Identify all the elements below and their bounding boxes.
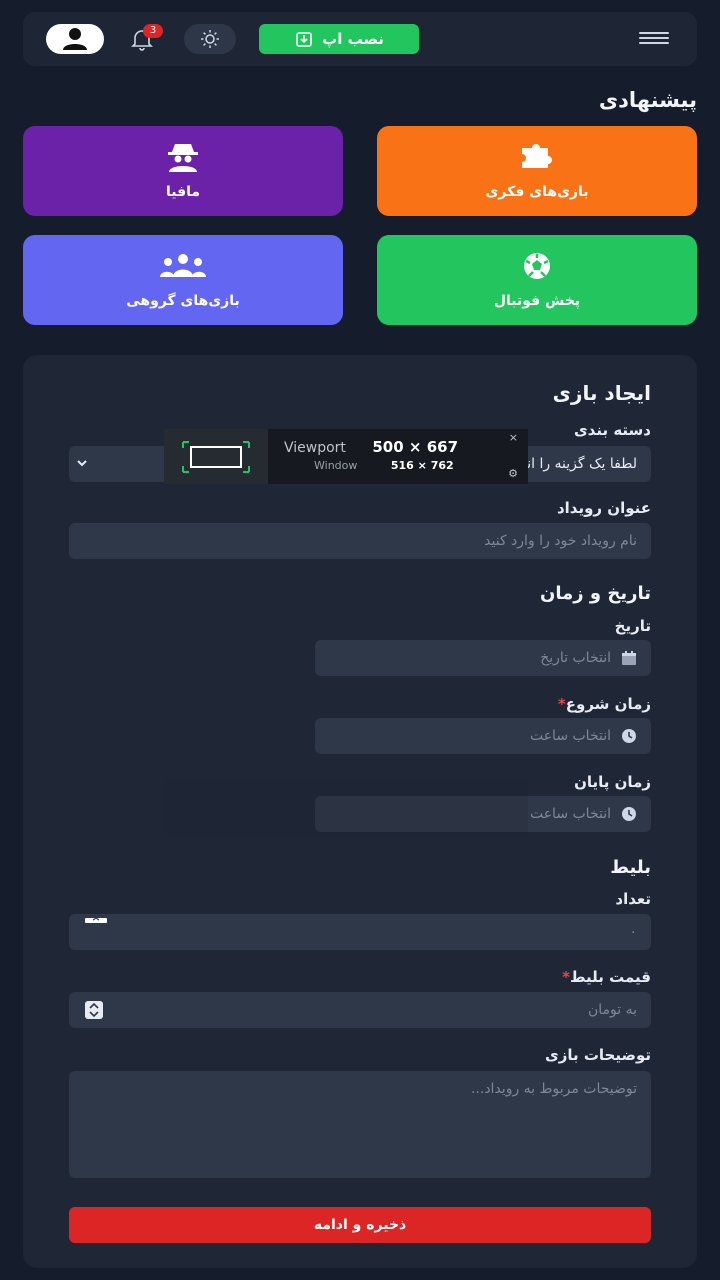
ticket-price-input[interactable]: به تومان [69, 992, 651, 1028]
clock-icon [621, 728, 637, 744]
ticket-price-placeholder: به تومان [587, 1002, 637, 1018]
viewport-size-overlay: Viewport 500 × 667 Window 516 × 762 × ⚙ [164, 429, 528, 484]
description-textarea[interactable]: توضیحات مربوط به رویداد... [69, 1071, 651, 1178]
hamburger-menu-icon[interactable] [639, 32, 669, 46]
save-and-continue-button[interactable]: ذخیره و ادامه [69, 1207, 651, 1243]
tile-label: بازی‌های فکری [485, 184, 589, 200]
download-icon [296, 32, 312, 47]
clock-icon [621, 806, 637, 822]
install-app-button[interactable]: نصب اپ [259, 24, 419, 54]
tile-label: بازی‌های گروهی [126, 293, 240, 309]
price-label: قیمت بلیط* [562, 968, 651, 986]
form-title: ایجاد بازی [552, 381, 651, 405]
date-label: تاریخ [614, 617, 651, 635]
football-icon [524, 253, 550, 279]
viewport-row: Viewport 500 × 667 [284, 438, 458, 456]
ticket-count-value: ۰ [629, 924, 637, 940]
start-time-placeholder: انتخاب ساعت [529, 728, 611, 744]
gear-icon[interactable]: ⚙ [508, 467, 518, 480]
end-time-label: زمان پایان [574, 773, 651, 791]
category-label: دسته بندی [573, 421, 651, 439]
datetime-heading: تاریخ و زمان [540, 583, 651, 604]
window-label: Window [314, 459, 358, 472]
viewport-size: 500 × 667 [372, 438, 459, 456]
date-input[interactable]: انتخاب تاریخ [315, 640, 651, 676]
screen-icon [164, 429, 268, 484]
avatar[interactable] [46, 24, 104, 54]
notifications-button[interactable]: 3 [129, 24, 163, 52]
event-title-placeholder: نام رویداد خود را وارد کنید [484, 533, 637, 549]
start-time-input[interactable]: انتخاب ساعت [315, 718, 651, 754]
window-row: Window 516 × 762 [314, 459, 454, 472]
stepper-icon[interactable] [85, 1001, 103, 1019]
close-icon[interactable]: × [509, 431, 518, 444]
theme-toggle-button[interactable] [184, 24, 236, 54]
tile-mafia[interactable]: مافیا [23, 126, 343, 216]
stepper-icon[interactable] [85, 918, 107, 928]
sun-icon [201, 30, 219, 48]
start-time-label: زمان شروع* [557, 695, 651, 713]
date-placeholder: انتخاب تاریخ [540, 650, 611, 666]
event-title-input[interactable]: نام رویداد خود را وارد کنید [69, 523, 651, 559]
notification-badge: 3 [143, 24, 163, 38]
count-label: تعداد [615, 890, 651, 908]
tile-label: مافیا [165, 184, 201, 200]
description-placeholder: توضیحات مربوط به رویداد... [470, 1081, 637, 1097]
suggested-title: پیشنهادی [598, 88, 697, 112]
event-title-label: عنوان رویداد [556, 499, 651, 517]
tile-group-games[interactable]: بازی‌های گروهی [23, 235, 343, 325]
install-app-label: نصب اپ [322, 30, 384, 48]
ticket-heading: بلیط [610, 857, 651, 878]
tile-puzzle-games[interactable]: بازی‌های فکری [377, 126, 697, 216]
top-bar: نصب اپ 3 [23, 12, 697, 66]
ticket-count-input[interactable]: ۰ [69, 914, 651, 950]
viewport-label: Viewport [284, 440, 346, 456]
tile-football-stream[interactable]: پخش فوتبال [377, 235, 697, 325]
puzzle-icon [522, 144, 552, 168]
save-label: ذخیره و ادامه [313, 1217, 407, 1233]
tile-label: پخش فوتبال [493, 293, 581, 309]
description-label: توضیحات بازی [544, 1046, 651, 1064]
viewport-overlay-ghost [164, 780, 528, 835]
calendar-icon [621, 650, 637, 666]
spy-icon [168, 144, 198, 172]
window-size: 516 × 762 [390, 459, 454, 472]
user-icon [63, 28, 87, 50]
chevron-down-icon [77, 460, 87, 467]
group-icon [160, 254, 206, 277]
end-time-placeholder: انتخاب ساعت [529, 806, 611, 822]
